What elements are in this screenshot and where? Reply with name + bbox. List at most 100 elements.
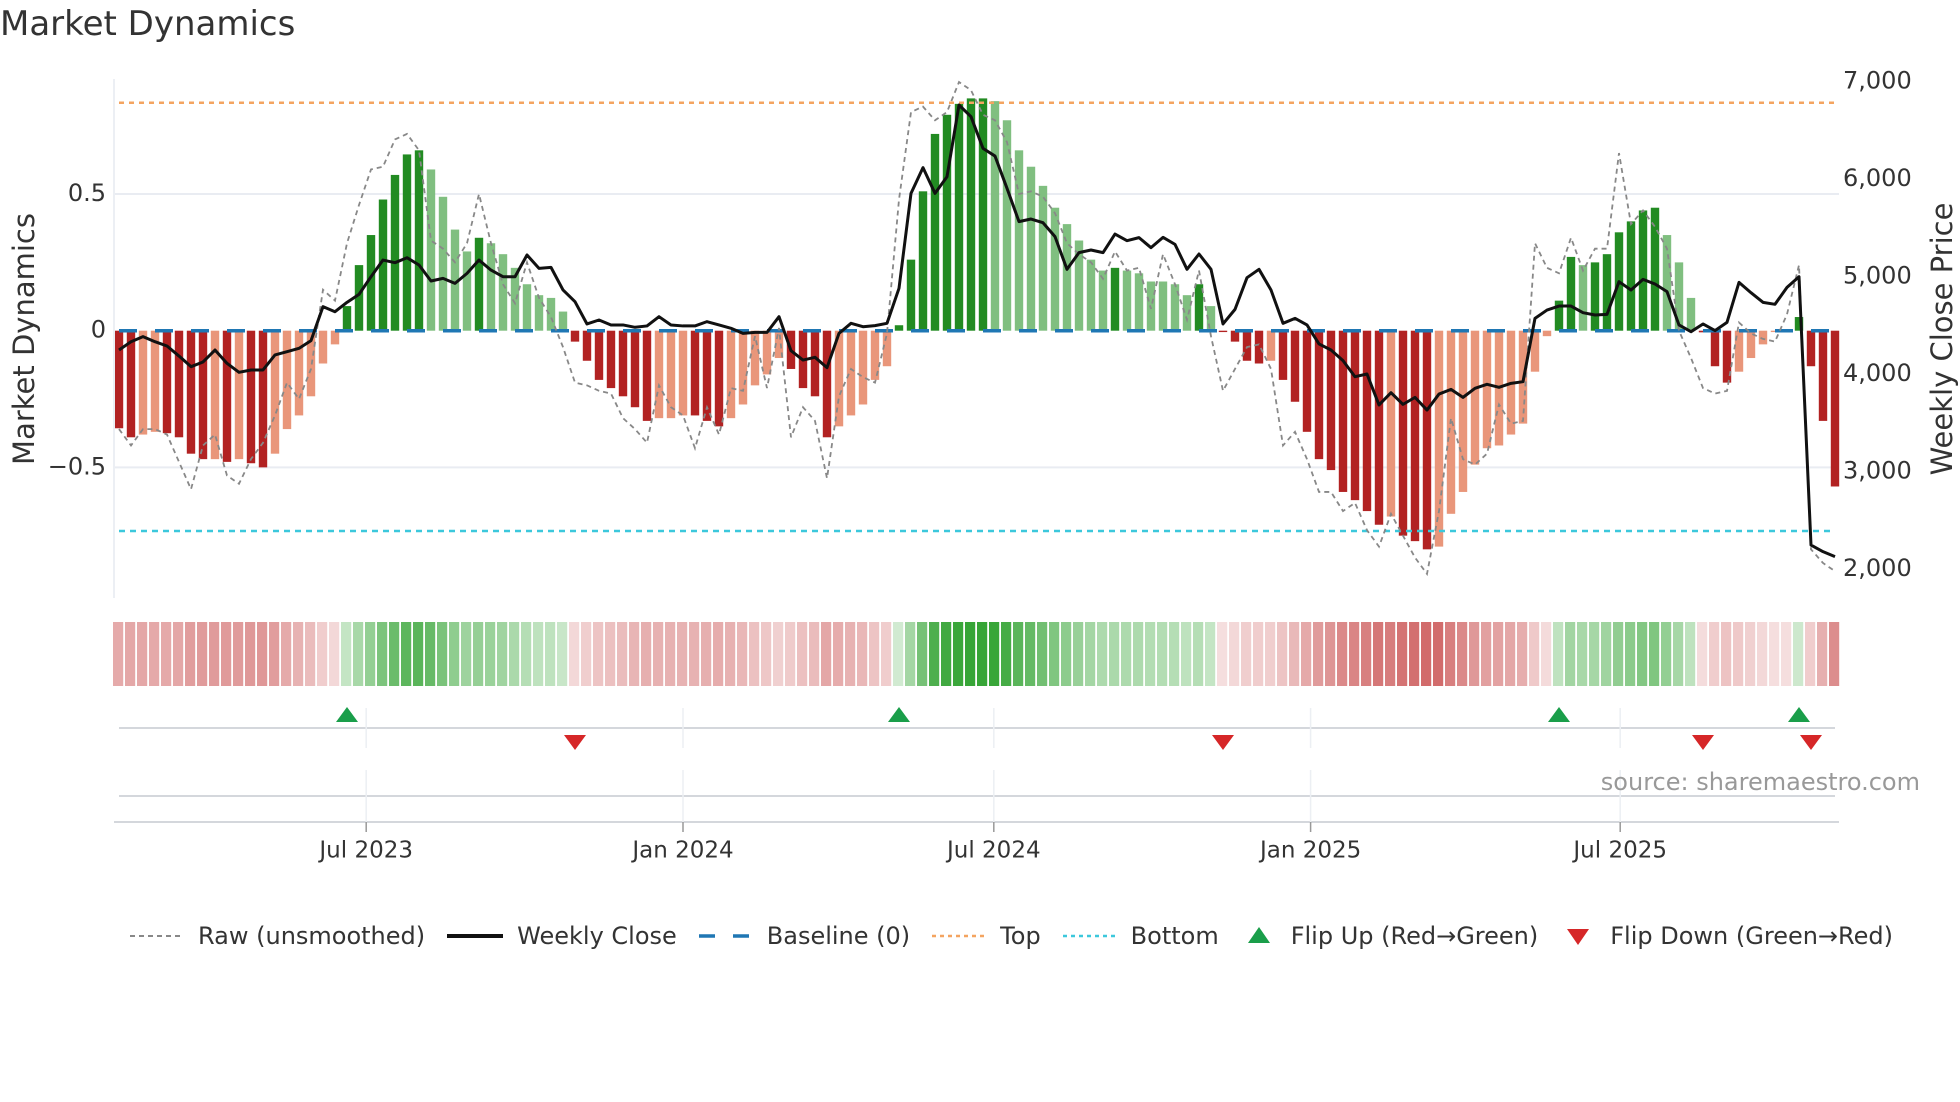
heat-cell [185,622,196,686]
heat-cell [701,622,712,686]
legend-label: Bottom [1130,922,1219,950]
momentum-bar [762,330,772,375]
momentum-bar [474,237,484,331]
y2-axis-title: Weekly Close Price [1925,203,1959,476]
heat-cell [1313,622,1324,686]
momentum-bar [630,330,640,408]
heat-cell [305,622,316,686]
heat-cell [353,622,364,686]
heat-cell [389,622,400,686]
momentum-bar [858,330,868,405]
heat-cell [1541,622,1552,686]
heat-cell [497,622,508,686]
source-credit: source: sharemaestro.com [1600,768,1920,796]
legend-item-top: Top [930,922,1041,950]
heat-cell [1421,622,1432,686]
heat-cell [1097,622,1108,686]
heat-cell [677,622,688,686]
raw-line-swatch [130,935,184,937]
heat-cell [1013,622,1024,686]
heat-cell [161,622,172,686]
heat-cell [425,622,436,686]
momentum-bar [1806,330,1816,367]
momentum-bar [186,330,196,454]
heat-cell [773,622,784,686]
heat-cell [1229,622,1240,686]
heat-cell [1469,622,1480,686]
momentum-bar [1422,330,1432,550]
heat-cell [269,622,280,686]
heat-cell [245,622,256,686]
heat-cell [1253,622,1264,686]
legend-label: Raw (unsmoothed) [198,922,426,950]
heat-cell [653,622,664,686]
heat-cell [1733,622,1744,686]
momentum-bar [1290,330,1300,402]
heat-cell [1397,622,1408,686]
momentum-bar [642,330,652,421]
heat-cell [1697,622,1708,686]
flip-up-marker [1788,707,1810,722]
heat-cell [341,622,352,686]
heat-cell [1373,622,1384,686]
heat-cell [233,622,244,686]
heat-cell [665,622,676,686]
heat-cell [1301,622,1312,686]
legend-label: Flip Up (Red→Green) [1290,922,1539,950]
heat-cell [1445,622,1456,686]
heat-cell [845,622,856,686]
heat-cell [737,622,748,686]
heat-cell [857,622,868,686]
momentum-bar [1134,273,1144,331]
heat-cell [1157,622,1168,686]
momentum-bar [282,330,292,430]
heat-cell [1169,622,1180,686]
momentum-bar [606,330,616,389]
heat-cell [989,622,1000,686]
momentum-bar [990,101,1000,331]
heat-cell [317,622,328,686]
bottom-line-swatch [1062,934,1117,938]
momentum-bar [1362,330,1372,512]
momentum-bar [462,251,472,331]
legend-item-flip-down: Flip Down (Green→Red) [1558,922,1893,950]
momentum-bar [978,98,988,331]
top-line-swatch [932,934,987,938]
heat-cell [833,622,844,686]
heat-cell [1073,622,1084,686]
legend: Raw (unsmoothed) Weekly Close Baseline (… [128,922,1913,950]
momentum-bar [894,325,904,331]
heat-cell [125,622,136,686]
heat-cell [1361,622,1372,686]
heat-cell [629,622,640,686]
heat-cell [941,622,952,686]
momentum-bar [342,306,352,331]
heat-cell [209,622,220,686]
heat-cell [1205,622,1216,686]
momentum-bar [846,330,856,416]
momentum-bar [1266,330,1276,361]
heat-cell [545,622,556,686]
heat-cell [1829,622,1840,686]
flip-up-marker [888,707,910,722]
y-tick-label: 0 [91,316,106,344]
heat-cell [1553,622,1564,686]
x-tick-label: Jul 2024 [945,838,1041,864]
heat-cell [953,622,964,686]
momentum-bar [1482,330,1492,449]
momentum-bar [426,169,436,331]
heat-cell [1721,622,1732,686]
heat-cell [1349,622,1360,686]
heat-cell [869,622,880,686]
flip-down-marker [564,735,586,750]
momentum-bar [1818,330,1828,421]
heat-cell [1577,622,1588,686]
x-tick-label: Jul 2025 [1571,838,1667,864]
heat-cell [1685,622,1696,686]
heat-cell [977,622,988,686]
momentum-bar [726,330,736,419]
x-tick-label: Jul 2023 [317,838,413,864]
momentum-bar [678,330,688,416]
momentum-bar [390,174,400,331]
heat-cell [533,622,544,686]
